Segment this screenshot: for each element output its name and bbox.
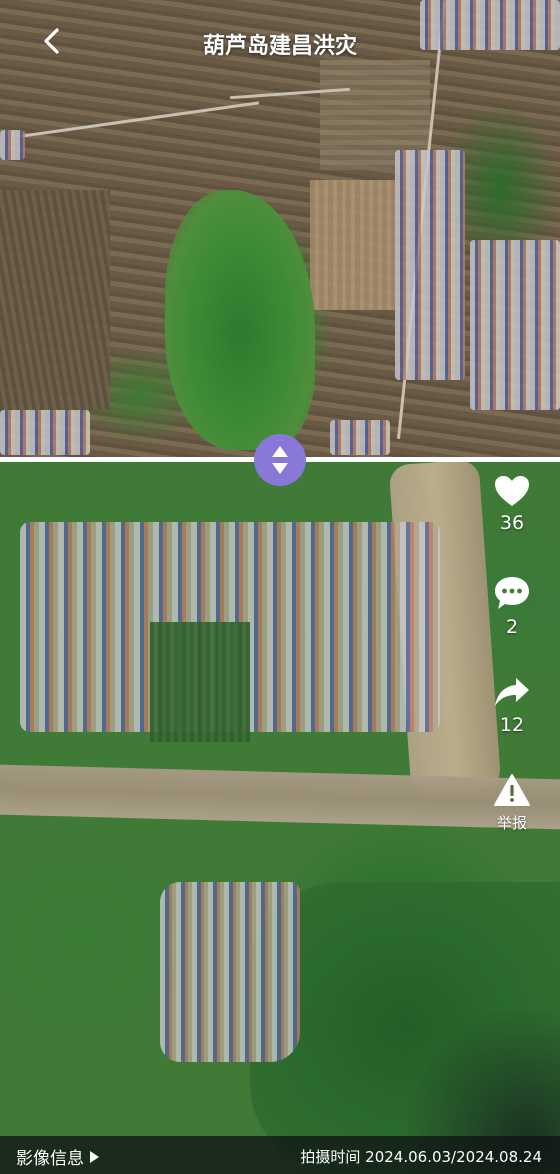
village	[395, 150, 465, 380]
share-count: 12	[499, 714, 525, 736]
header: 葫芦岛建昌洪灾	[0, 0, 560, 84]
heart-icon	[495, 476, 529, 506]
capture-time-label: 拍摄时间	[300, 1148, 361, 1166]
farm-field	[0, 190, 110, 410]
satellite-image-after	[0, 462, 560, 1174]
share-button[interactable]: 12	[482, 674, 542, 736]
report-button[interactable]: 举报	[482, 772, 542, 833]
comment-button[interactable]: 2	[482, 574, 542, 638]
farm-field	[310, 180, 395, 310]
like-button[interactable]: 36	[482, 474, 542, 534]
warning-triangle-icon	[494, 774, 530, 806]
comment-count: 2	[505, 616, 519, 638]
road	[20, 101, 260, 138]
forest-patch	[165, 190, 315, 450]
play-triangle-icon	[90, 1150, 99, 1163]
farm-field	[150, 622, 250, 742]
image-info-button[interactable]: 影像信息	[16, 1144, 99, 1169]
bottom-info-bar: 影像信息 拍摄时间 2024.06.03/2024.08.24	[0, 1136, 560, 1174]
village	[330, 420, 390, 455]
like-count: 36	[499, 512, 525, 534]
capture-time: 拍摄时间 2024.06.03/2024.08.24	[300, 1146, 542, 1167]
page-title: 葫芦岛建昌洪灾	[202, 34, 357, 59]
village	[160, 882, 300, 1062]
comment-bubble-icon	[495, 577, 529, 609]
report-label: 举报	[496, 814, 527, 832]
up-down-arrows-icon	[272, 446, 288, 474]
village	[0, 130, 25, 160]
image-info-label: 影像信息	[16, 1149, 84, 1169]
village	[0, 410, 90, 455]
share-arrow-icon	[495, 678, 529, 706]
village	[470, 240, 560, 410]
capture-time-value: 2024.06.03/2024.08.24	[365, 1148, 542, 1166]
compare-divider-handle[interactable]	[254, 434, 306, 486]
